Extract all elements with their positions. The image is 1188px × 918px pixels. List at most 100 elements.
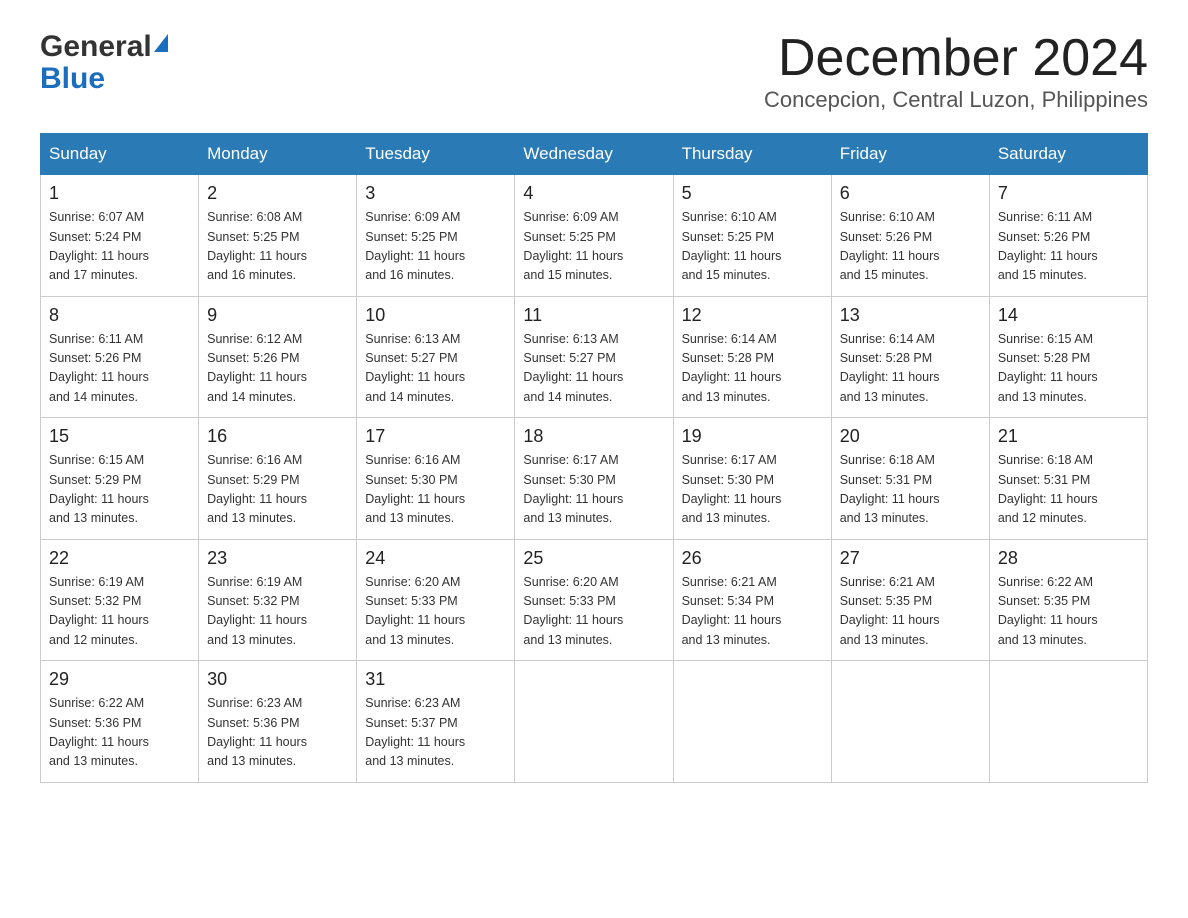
calendar-week-row: 1 Sunrise: 6:07 AMSunset: 5:24 PMDaylight… [41,175,1148,297]
calendar-cell: 6 Sunrise: 6:10 AMSunset: 5:26 PMDaylight… [831,175,989,297]
calendar-cell [989,661,1147,783]
logo-general-text: General [40,30,152,64]
day-number: 3 [365,183,506,204]
location-title: Concepcion, Central Luzon, Philippines [764,87,1148,113]
calendar-cell: 18 Sunrise: 6:17 AMSunset: 5:30 PMDayligh… [515,418,673,540]
day-number: 25 [523,548,664,569]
day-info: Sunrise: 6:07 AMSunset: 5:24 PMDaylight:… [49,208,190,286]
calendar-cell: 15 Sunrise: 6:15 AMSunset: 5:29 PMDayligh… [41,418,199,540]
day-number: 9 [207,305,348,326]
day-info: Sunrise: 6:11 AMSunset: 5:26 PMDaylight:… [998,208,1139,286]
header-tuesday: Tuesday [357,134,515,175]
header-monday: Monday [199,134,357,175]
day-info: Sunrise: 6:16 AMSunset: 5:30 PMDaylight:… [365,451,506,529]
calendar-week-row: 8Sunrise: 6:11 AMSunset: 5:26 PMDaylight… [41,296,1148,418]
day-number: 23 [207,548,348,569]
calendar-cell: 26 Sunrise: 6:21 AMSunset: 5:34 PMDayligh… [673,539,831,661]
header-friday: Friday [831,134,989,175]
day-number: 16 [207,426,348,447]
day-number: 29 [49,669,190,690]
day-number: 11 [523,305,664,326]
page-header: General Blue December 2024 Concepcion, C… [40,30,1148,113]
calendar-cell: 1 Sunrise: 6:07 AMSunset: 5:24 PMDaylight… [41,175,199,297]
day-info: Sunrise: 6:13 AMSunset: 5:27 PMDaylight:… [523,330,664,408]
day-info: Sunrise: 6:22 AMSunset: 5:35 PMDaylight:… [998,573,1139,651]
header-sunday: Sunday [41,134,199,175]
calendar-cell: 11 Sunrise: 6:13 AMSunset: 5:27 PMDayligh… [515,296,673,418]
header-saturday: Saturday [989,134,1147,175]
calendar-cell: 13Sunrise: 6:14 AMSunset: 5:28 PMDayligh… [831,296,989,418]
day-info: Sunrise: 6:10 AMSunset: 5:26 PMDaylight:… [840,208,981,286]
day-info: Sunrise: 6:15 AMSunset: 5:29 PMDaylight:… [49,451,190,529]
day-number: 12 [682,305,823,326]
calendar-cell: 23 Sunrise: 6:19 AMSunset: 5:32 PMDayligh… [199,539,357,661]
day-info: Sunrise: 6:12 AMSunset: 5:26 PMDaylight:… [207,330,348,408]
day-number: 4 [523,183,664,204]
day-number: 18 [523,426,664,447]
day-info: Sunrise: 6:14 AMSunset: 5:28 PMDaylight:… [682,330,823,408]
day-info: Sunrise: 6:21 AMSunset: 5:35 PMDaylight:… [840,573,981,651]
calendar-cell: 20 Sunrise: 6:18 AMSunset: 5:31 PMDayligh… [831,418,989,540]
day-info: Sunrise: 6:23 AMSunset: 5:37 PMDaylight:… [365,694,506,772]
calendar-cell: 14Sunrise: 6:15 AMSunset: 5:28 PMDayligh… [989,296,1147,418]
calendar-cell: 21Sunrise: 6:18 AMSunset: 5:31 PMDayligh… [989,418,1147,540]
header-thursday: Thursday [673,134,831,175]
day-number: 24 [365,548,506,569]
day-info: Sunrise: 6:19 AMSunset: 5:32 PMDaylight:… [207,573,348,651]
calendar-cell: 9 Sunrise: 6:12 AMSunset: 5:26 PMDaylight… [199,296,357,418]
calendar-cell: 12 Sunrise: 6:14 AMSunset: 5:28 PMDayligh… [673,296,831,418]
calendar-cell: 22 Sunrise: 6:19 AMSunset: 5:32 PMDayligh… [41,539,199,661]
day-number: 17 [365,426,506,447]
day-info: Sunrise: 6:20 AMSunset: 5:33 PMDaylight:… [523,573,664,651]
calendar-cell: 3 Sunrise: 6:09 AMSunset: 5:25 PMDaylight… [357,175,515,297]
day-info: Sunrise: 6:23 AMSunset: 5:36 PMDaylight:… [207,694,348,772]
day-number: 26 [682,548,823,569]
day-info: Sunrise: 6:10 AMSunset: 5:25 PMDaylight:… [682,208,823,286]
calendar-header-row: SundayMondayTuesdayWednesdayThursdayFrid… [41,134,1148,175]
day-info: Sunrise: 6:22 AMSunset: 5:36 PMDaylight:… [49,694,190,772]
header-wednesday: Wednesday [515,134,673,175]
calendar-cell: 8Sunrise: 6:11 AMSunset: 5:26 PMDaylight… [41,296,199,418]
logo-blue-text: Blue [40,62,105,96]
day-info: Sunrise: 6:19 AMSunset: 5:32 PMDaylight:… [49,573,190,651]
calendar-week-row: 15 Sunrise: 6:15 AMSunset: 5:29 PMDayligh… [41,418,1148,540]
day-info: Sunrise: 6:11 AMSunset: 5:26 PMDaylight:… [49,330,190,408]
calendar-cell: 25 Sunrise: 6:20 AMSunset: 5:33 PMDayligh… [515,539,673,661]
calendar-cell: 17 Sunrise: 6:16 AMSunset: 5:30 PMDayligh… [357,418,515,540]
day-info: Sunrise: 6:09 AMSunset: 5:25 PMDaylight:… [365,208,506,286]
day-number: 2 [207,183,348,204]
day-info: Sunrise: 6:17 AMSunset: 5:30 PMDaylight:… [523,451,664,529]
day-number: 5 [682,183,823,204]
day-number: 7 [998,183,1139,204]
calendar-cell: 31Sunrise: 6:23 AMSunset: 5:37 PMDayligh… [357,661,515,783]
calendar-week-row: 22 Sunrise: 6:19 AMSunset: 5:32 PMDayligh… [41,539,1148,661]
day-info: Sunrise: 6:17 AMSunset: 5:30 PMDaylight:… [682,451,823,529]
calendar-cell: 7 Sunrise: 6:11 AMSunset: 5:26 PMDaylight… [989,175,1147,297]
calendar-cell: 16Sunrise: 6:16 AMSunset: 5:29 PMDayligh… [199,418,357,540]
day-info: Sunrise: 6:18 AMSunset: 5:31 PMDaylight:… [840,451,981,529]
day-number: 30 [207,669,348,690]
month-title: December 2024 [764,30,1148,87]
day-number: 20 [840,426,981,447]
calendar-cell: 27 Sunrise: 6:21 AMSunset: 5:35 PMDayligh… [831,539,989,661]
calendar-cell [515,661,673,783]
day-number: 6 [840,183,981,204]
day-number: 27 [840,548,981,569]
day-number: 15 [49,426,190,447]
calendar-cell: 4Sunrise: 6:09 AMSunset: 5:25 PMDaylight… [515,175,673,297]
day-number: 28 [998,548,1139,569]
calendar-cell: 29 Sunrise: 6:22 AMSunset: 5:36 PMDayligh… [41,661,199,783]
calendar-cell: 10Sunrise: 6:13 AMSunset: 5:27 PMDayligh… [357,296,515,418]
day-number: 10 [365,305,506,326]
calendar-week-row: 29 Sunrise: 6:22 AMSunset: 5:36 PMDayligh… [41,661,1148,783]
day-number: 19 [682,426,823,447]
day-number: 1 [49,183,190,204]
day-info: Sunrise: 6:21 AMSunset: 5:34 PMDaylight:… [682,573,823,651]
day-info: Sunrise: 6:15 AMSunset: 5:28 PMDaylight:… [998,330,1139,408]
day-info: Sunrise: 6:08 AMSunset: 5:25 PMDaylight:… [207,208,348,286]
calendar-cell: 2 Sunrise: 6:08 AMSunset: 5:25 PMDaylight… [199,175,357,297]
day-number: 22 [49,548,190,569]
day-info: Sunrise: 6:20 AMSunset: 5:33 PMDaylight:… [365,573,506,651]
title-block: December 2024 Concepcion, Central Luzon,… [764,30,1148,113]
calendar-cell: 28 Sunrise: 6:22 AMSunset: 5:35 PMDayligh… [989,539,1147,661]
